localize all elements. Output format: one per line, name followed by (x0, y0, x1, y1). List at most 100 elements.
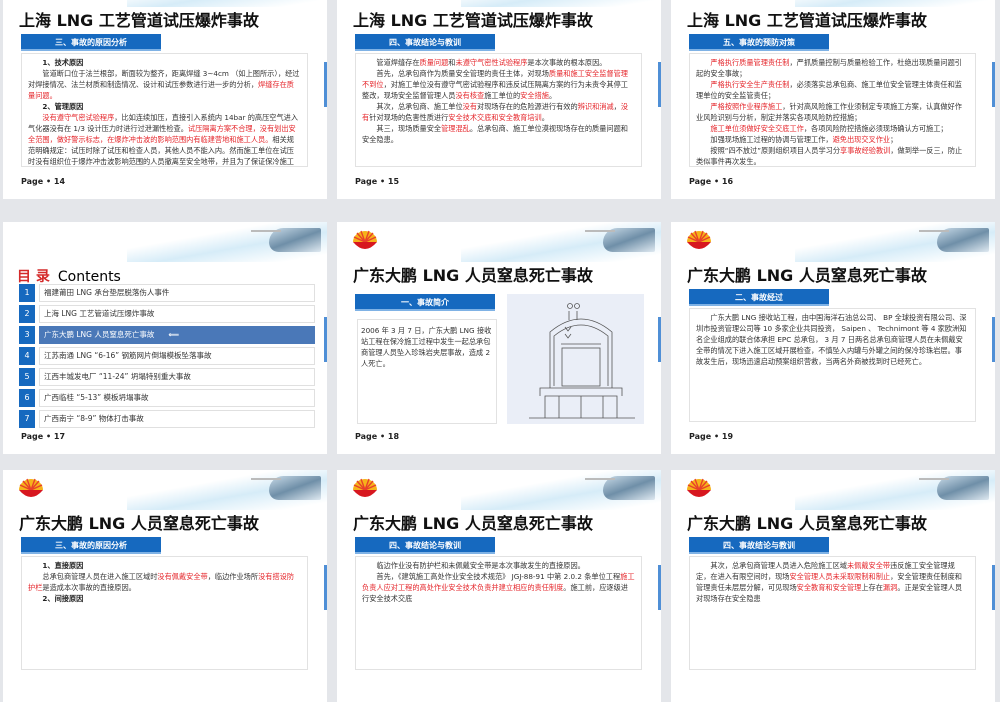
toc-item-label-box: 福建莆田 LNG 承台垫层脱落伤人事件 (39, 284, 315, 302)
slide-scroll-indicator (992, 317, 995, 362)
slide-scroll-indicator (658, 62, 661, 107)
intro-text: 2006 年 3 月 7 日，广东大鹏 LNG 接收站工程在保冷施工过程中发生一… (357, 319, 497, 424)
company-logo-icon (685, 230, 713, 252)
slide-scroll-indicator (658, 565, 661, 610)
paragraph: 管道焊缝存在质量问题和未遵守气密性试验程序是本次事故的根本原因。 (362, 57, 635, 68)
banner-caption-line (585, 230, 615, 232)
toc-item[interactable]: 3 广东大鹏 LNG 人员窒息死亡事故 ⟸ (19, 326, 315, 344)
toc-item-label-box: 上海 LNG 工艺管道试压爆炸事故 (39, 305, 315, 323)
slide-scroll-indicator (324, 565, 327, 610)
paragraph: 首先，总承包商作为质量安全管理的责任主体，对现场质量和施工安全监督管理不到位，对… (362, 68, 635, 101)
slide-title: 广东大鹏 LNG 人员窒息死亡事故 (353, 514, 593, 533)
page-number: Page • 15 (355, 177, 400, 186)
slide-thumbnail[interactable]: 上海 LNG 工艺管道试压爆炸事故 五、事故的预防对策严格执行质量管理责任制，严抓… (671, 0, 995, 199)
toc-item-label: 江苏南通 LNG “6-16” 钢筋网片倒塌模板坠落事故 (44, 351, 212, 360)
highlighted-text: 安全管理人员未采取限制和制止 (789, 572, 891, 581)
body-text: 临边作业没有防护栏和未佩戴安全带是本次事故发生的直接原因。 (376, 561, 585, 570)
slide-thumbnail[interactable]: 广东大鹏 LNG 人员窒息死亡事故 四、事故结论与教训其次，总承包商管理人员进入危… (671, 470, 995, 702)
body-text: 其三，现场质量安全 (376, 124, 442, 133)
toc-item-label: 广东大鹏 LNG 人员窒息死亡事故 (44, 330, 155, 339)
paragraph: 临边作业没有防护栏和未佩戴安全带是本次事故发生的直接原因。 (362, 560, 635, 571)
content-box: 广东大鹏 LNG 接收站工程，由中国海洋石油总公司、 BP 全球投资有限公司、深… (689, 308, 976, 422)
body-text: 是本次事故的根本原因。 (527, 58, 607, 67)
slide-title: 广东大鹏 LNG 人员窒息死亡事故 (687, 514, 927, 533)
toc-item[interactable]: 4 江苏南通 LNG “6-16” 钢筋网片倒塌模板坠落事故 (19, 347, 315, 365)
highlighted-text: 享事故经验教训 (840, 146, 891, 155)
content-box: 其次，总承包商管理人员进入危险施工区域未佩戴安全带违反施工安全管理规定，在进入有… (689, 556, 976, 670)
slide-thumbnail[interactable]: 上海 LNG 工艺管道试压爆炸事故 四、事故结论与教训 管道焊缝存在质量问题和未遵守… (337, 0, 661, 199)
subheading: 1、直接原因 (42, 561, 84, 570)
subheading: 2、管理原因 (42, 102, 84, 111)
toc-item[interactable]: 2 上海 LNG 工艺管道试压爆炸事故 (19, 305, 315, 323)
toc-item-number: 1 (19, 284, 35, 302)
page-number: Page • 16 (689, 177, 734, 186)
toc-item[interactable]: 6 广西临桂 “5-13” 模板坍塌事故 (19, 389, 315, 407)
content-box: 1、直接原因 总承包商管理人员在进入施工区域时没有佩戴安全带，临边作业场所没有搭设… (21, 556, 308, 670)
section-header: 五、事故的预防对策 (689, 34, 829, 51)
company-logo-icon (351, 478, 379, 500)
slide-scroll-indicator (324, 62, 327, 107)
body-text: 对现场存在的危险源进行有效的 (477, 102, 578, 111)
toc-item-label: 江西丰城发电厂 “11-24” 坍塌特别重大事故 (44, 372, 191, 381)
body-text: 施工单位的 (484, 91, 521, 100)
highlighted-text: 施工单位须做好安全交底工作 (710, 124, 804, 133)
section-header: 四、事故结论与教训 (355, 537, 495, 554)
toc-item[interactable]: 1 福建莆田 LNG 承台垫层脱落伤人事件 (19, 284, 315, 302)
highlighted-text: 安全技术交底和安全教育培训 (448, 113, 542, 122)
header-banner-image (461, 0, 661, 7)
slide-thumbnail[interactable]: 广东大鹏 LNG 人员窒息死亡事故 四、事故结论与教训临边作业没有防护栏和未佩戴安… (337, 470, 661, 702)
arrow-left-icon: ⟸ (168, 330, 180, 339)
highlighted-text: 辨识和消减 (577, 102, 614, 111)
slide-title: 广东大鹏 LNG 人员窒息死亡事故 (19, 514, 259, 533)
toc-item-label-box: 广西南宁 “8-9” 物体打击事故 (39, 410, 315, 428)
paragraph: 施工单位须做好安全交底工作，各项风险防控措施必须现场确认方可施工； (696, 123, 969, 134)
highlighted-text: 未遵守气密性试验程序 (455, 58, 528, 67)
toc-item-label-box: 广东大鹏 LNG 人员窒息死亡事故 ⟸ (39, 326, 315, 344)
body-text: 和 (448, 58, 456, 67)
paragraph: 严格执行质量管理责任制，严抓质量控制与质量检验工作，杜绝出现质量问题引起的安全事… (696, 57, 969, 79)
header-banner-image (795, 0, 995, 7)
toc-item-label: 广西南宁 “8-9” 物体打击事故 (44, 414, 144, 423)
slide-thumbnail[interactable]: 广东大鹏 LNG 人员窒息死亡事故 二、事故经过 广东大鹏 LNG 接收站工程，由中… (671, 222, 995, 454)
toc-item-label: 广西临桂 “5-13” 模板坍塌事故 (44, 393, 149, 402)
paragraph: 严格执行安全生产责任制，必须落实总承包商、施工单位安全管理主体责任和监理单位的安… (696, 79, 969, 101)
slide-thumbnail[interactable]: 上海 LNG 工艺管道试压爆炸事故 三、事故的原因分析 1、技术原因 管道断口位于法兰… (3, 0, 327, 199)
toc-item[interactable]: 5 江西丰城发电厂 “11-24” 坍塌特别重大事故 (19, 368, 315, 386)
slide-scroll-indicator (992, 62, 995, 107)
toc-title-en: Contents (57, 269, 121, 285)
slide-thumbnail[interactable]: 广东大鹏 LNG 人员窒息死亡事故 三、事故的原因分析 1、直接原因 总承包商管理人员… (3, 470, 327, 702)
section-header: 四、事故结论与教训 (689, 537, 829, 554)
toc-item-label: 上海 LNG 工艺管道试压爆炸事故 (44, 309, 155, 318)
banner-caption-line (585, 478, 615, 480)
section-header: 一、事故简介 (355, 294, 495, 311)
slide-thumbnail[interactable]: 目 录 Contents 1 福建莆田 LNG 承台垫层脱落伤人事件 2 上海 LNG 工… (3, 222, 327, 454)
body-text: 总承包商管理人员在进入施工区域时 (42, 572, 158, 581)
paragraph: 其三，现场质量安全管理混乱。总承包商、施工单位漠视现场存在的质量问题和安全隐患。 (362, 123, 635, 145)
content-box: 1、技术原因 管道断口位于法兰根部，断面较为整齐，距离焊缝 3~4cm （如上图所… (21, 53, 308, 167)
highlighted-text: 没有遵守气密试验程序 (42, 113, 115, 122)
section-header: 四、事故结论与教训 (355, 34, 495, 51)
header-banner-image (795, 470, 995, 510)
slide-thumbnail[interactable]: 广东大鹏 LNG 人员窒息死亡事故 一、事故简介 2006 年 3 月 7 日，广东… (337, 222, 661, 454)
content-box: 管道焊缝存在质量问题和未遵守气密性试验程序是本次事故的根本原因。 首先，总承包商作… (355, 53, 642, 167)
lng-tank-diagram (507, 294, 644, 424)
company-logo-icon (351, 230, 379, 252)
banner-caption-line (251, 230, 281, 232)
body-text: 管道焊缝存在 (376, 58, 420, 67)
section-header: 三、事故的原因分析 (21, 537, 161, 554)
highlighted-text: 没有佩戴安全带 (157, 572, 208, 581)
slide-title: 上海 LNG 工艺管道试压爆炸事故 (687, 11, 927, 30)
highlighted-text: 安全教育和安全管理 (796, 583, 862, 592)
highlighted-text: 管理混乱 (441, 124, 470, 133)
highlighted-text: 没有核查 (455, 91, 485, 100)
toc-item-label-box: 江西丰城发电厂 “11-24” 坍塌特别重大事故 (39, 368, 315, 386)
paragraph: 总承包商管理人员在进入施工区域时没有佩戴安全带，临边作业场所没有搭设防护栏是造成… (28, 571, 301, 593)
banner-caption-line (919, 230, 949, 232)
slide-title: 广东大鹏 LNG 人员窒息死亡事故 (353, 266, 593, 285)
toc-item-number: 3 (19, 326, 35, 344)
toc-item[interactable]: 7 广西南宁 “8-9” 物体打击事故 (19, 410, 315, 428)
highlighted-text: 严格执行安全生产责任制 (710, 80, 790, 89)
paragraph: 严格按照作业程序施工，针对高风险施工作业须制定专项施工方案，认真做好作业风险识别… (696, 101, 969, 123)
body-text: 针对现场的危害性质进行 (369, 113, 449, 122)
highlighted-text: 严格执行质量管理责任制 (710, 58, 790, 67)
